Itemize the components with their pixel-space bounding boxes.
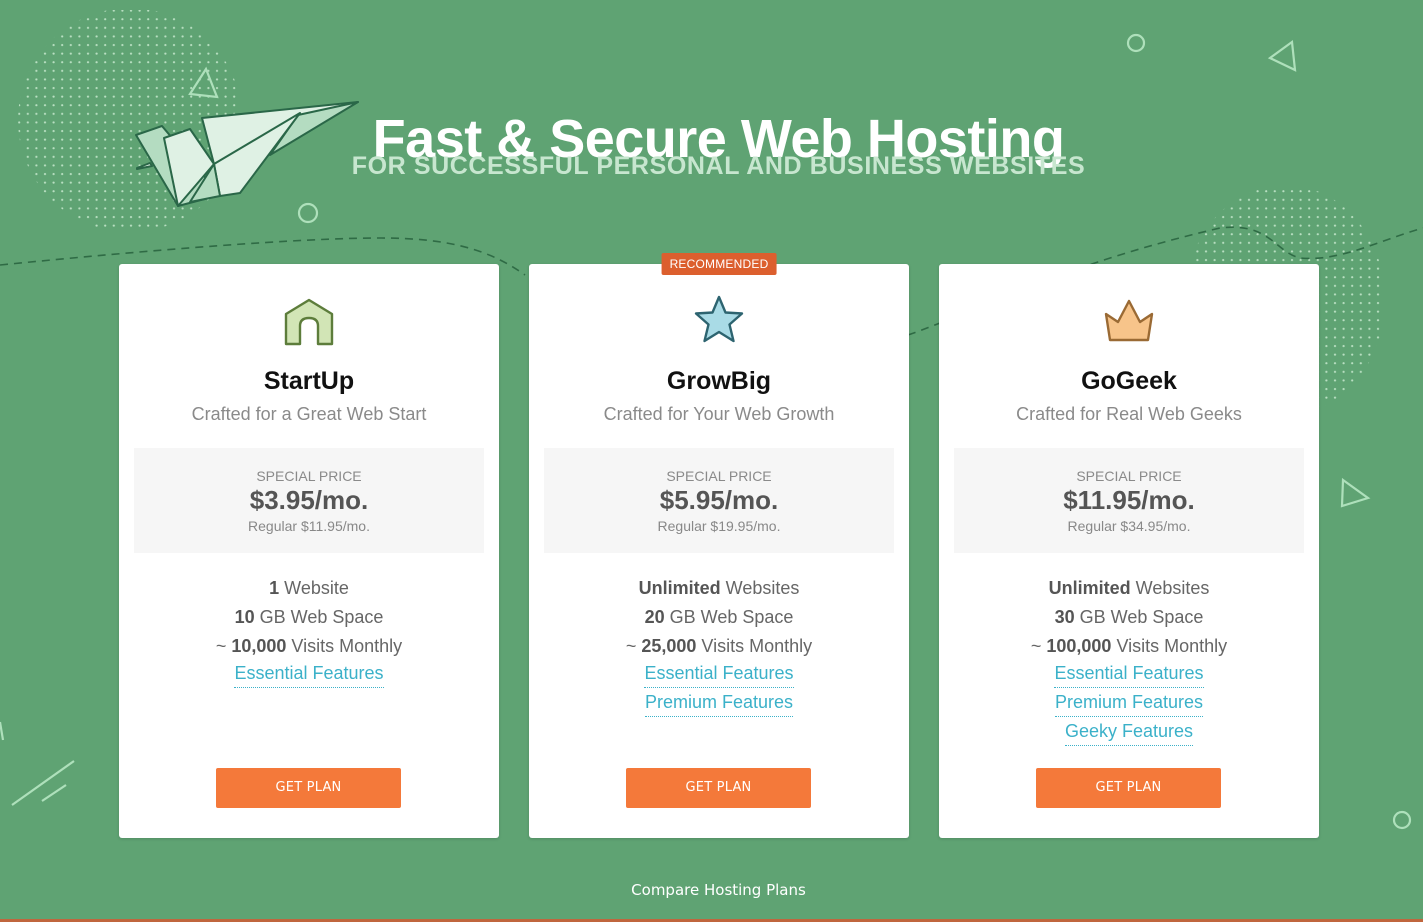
triangle-outline-shape	[188, 66, 219, 99]
circle-outline-shape	[1392, 810, 1412, 830]
regular-price: Regular $11.95/mo.	[248, 518, 370, 534]
feature-visits: ~ 25,000 Visits Monthly	[625, 636, 813, 656]
hero-subtitle: FOR SUCCESSFUL PERSONAL AND BUSINESS WEB…	[351, 152, 1086, 180]
special-price-label: SPECIAL PRICE	[1076, 468, 1182, 484]
price-box: SPECIAL PRICE $3.95/mo. Regular $11.95/m…	[134, 448, 484, 553]
line-shape	[11, 760, 75, 806]
line-shape	[0, 721, 5, 741]
premium-features-link[interactable]: Premium Features	[1054, 690, 1204, 717]
get-plan-button[interactable]: GET PLAN	[216, 768, 401, 808]
regular-price: Regular $34.95/mo.	[1067, 518, 1191, 534]
star-icon	[691, 292, 747, 348]
price-box: SPECIAL PRICE $5.95/mo. Regular $19.95/m…	[544, 448, 894, 553]
circle-outline-shape	[297, 202, 319, 224]
feature-websites: 1 Website	[269, 578, 349, 598]
feature-list: Unlimited Websites 20 GB Web Space ~ 25,…	[529, 574, 909, 719]
special-price-label: SPECIAL PRICE	[256, 468, 362, 484]
triangle-outline-shape	[1267, 39, 1297, 72]
plan-tagline: Crafted for a Great Web Start	[191, 404, 427, 424]
special-price: $5.95/mo.	[659, 485, 779, 515]
feature-websites: Unlimited Websites	[638, 578, 800, 598]
recommended-badge: RECOMMENDED	[661, 253, 777, 275]
line-shape	[41, 784, 67, 802]
plan-tagline: Crafted for Your Web Growth	[603, 404, 835, 424]
essential-features-link[interactable]: Essential Features	[644, 661, 794, 688]
plan-card-gogeek: GoGeek Crafted for Real Web Geeks SPECIA…	[939, 264, 1319, 838]
feature-web-space: 10 GB Web Space	[234, 607, 384, 627]
feature-visits: ~ 10,000 Visits Monthly	[215, 636, 403, 656]
geeky-features-link[interactable]: Geeky Features	[1064, 719, 1194, 746]
plan-card-growbig: RECOMMENDED GrowBig Crafted for Your Web…	[529, 253, 909, 838]
regular-price: Regular $19.95/mo.	[657, 518, 781, 534]
circle-outline-shape	[1126, 33, 1146, 53]
get-plan-button[interactable]: GET PLAN	[626, 768, 811, 808]
plan-card-startup: StartUp Crafted for a Great Web Start SP…	[119, 264, 499, 838]
essential-features-link[interactable]: Essential Features	[1054, 661, 1204, 688]
essential-features-link[interactable]: Essential Features	[234, 661, 384, 688]
special-price: $3.95/mo.	[249, 485, 369, 515]
plan-name: GoGeek	[1081, 367, 1177, 395]
triangle-outline-shape	[1340, 477, 1371, 508]
feature-websites: Unlimited Websites	[1048, 578, 1210, 598]
price-box: SPECIAL PRICE $11.95/mo. Regular $34.95/…	[954, 448, 1304, 553]
plan-tagline: Crafted for Real Web Geeks	[1016, 404, 1242, 424]
get-plan-button[interactable]: GET PLAN	[1036, 768, 1221, 808]
special-price: $11.95/mo.	[1063, 485, 1195, 515]
feature-list: Unlimited Websites 30 GB Web Space ~ 100…	[939, 574, 1319, 748]
compare-hosting-plans-link[interactable]: Compare Hosting Plans	[0, 879, 1423, 901]
plan-name: GrowBig	[666, 367, 772, 395]
plan-name: StartUp	[263, 367, 355, 395]
feature-list: 1 Website 10 GB Web Space ~ 10,000 Visit…	[119, 574, 499, 690]
feature-web-space: 30 GB Web Space	[1054, 607, 1204, 627]
house-icon	[281, 292, 337, 348]
crown-icon	[1101, 292, 1157, 348]
feature-web-space: 20 GB Web Space	[644, 607, 794, 627]
premium-features-link[interactable]: Premium Features	[644, 690, 794, 717]
special-price-label: SPECIAL PRICE	[666, 468, 772, 484]
feature-visits: ~ 100,000 Visits Monthly	[1030, 636, 1228, 656]
